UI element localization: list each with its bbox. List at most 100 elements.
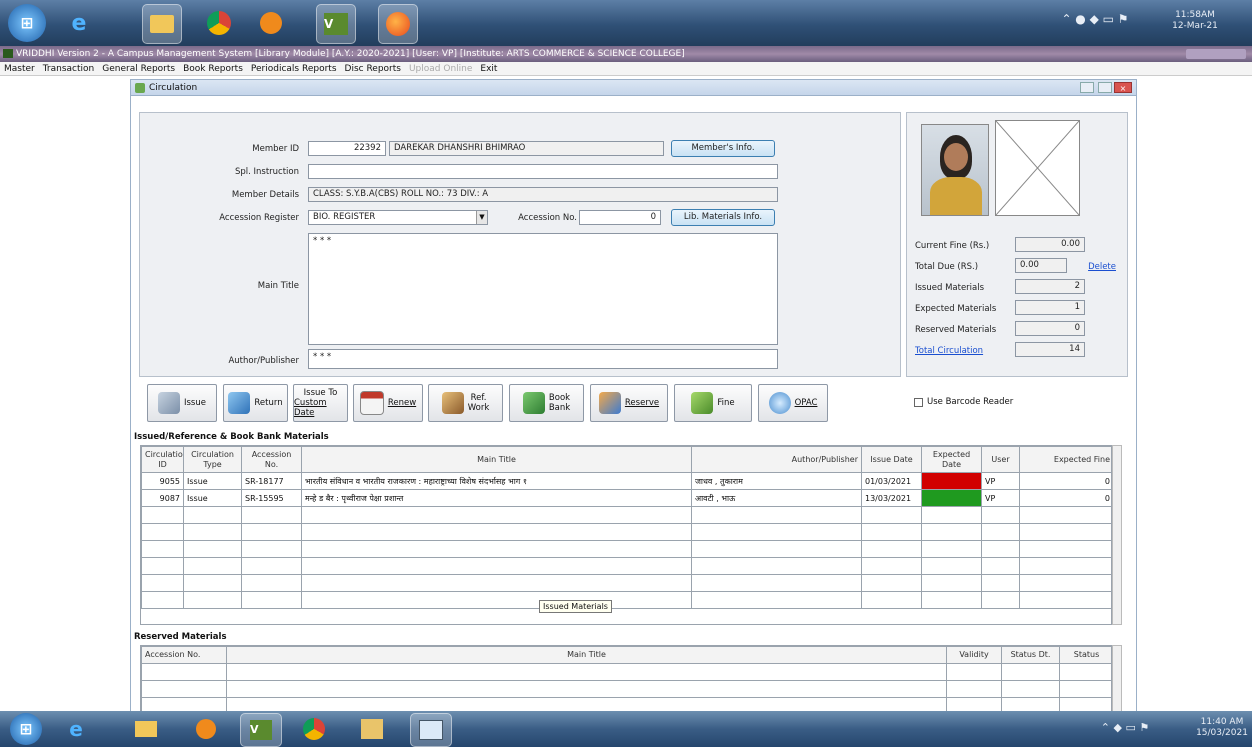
- firefox-icon[interactable]: [378, 4, 418, 44]
- app-title-bar: VRIDDHI Version 2 - A Campus Management …: [0, 46, 1252, 62]
- minimize-button[interactable]: [1080, 82, 1094, 93]
- empty-image-icon: [996, 121, 1079, 215]
- system-tray-icons[interactable]: ⌃ ● ◆ ▭ ⚑: [1040, 13, 1150, 32]
- col-reserved-validity[interactable]: Validity: [946, 646, 1002, 664]
- local-clock[interactable]: 11:40 AM 15/03/2021: [1196, 717, 1248, 741]
- start-orb-icon[interactable]: ⊞: [10, 713, 42, 745]
- table-row[interactable]: [141, 591, 1111, 609]
- cell-author-publisher: जाधव , तुकाराम: [691, 472, 862, 490]
- table-row[interactable]: [141, 574, 1111, 592]
- menu-master[interactable]: Master: [4, 64, 35, 74]
- issued-grid-scrollbar[interactable]: [1112, 445, 1122, 625]
- chrome-icon[interactable]: [200, 4, 238, 42]
- reserved-grid-scrollbar[interactable]: [1112, 645, 1122, 715]
- menu-bar: Master Transaction General Reports Book Rep…: [0, 62, 1252, 76]
- member-details-label: Member Details: [231, 190, 299, 200]
- menu-exit[interactable]: Exit: [480, 64, 497, 74]
- issued-grid[interactable]: Circulation ID Circulation Type Accessio…: [140, 445, 1112, 625]
- col-circulation-type[interactable]: Circulation Type: [183, 446, 242, 473]
- renew-button[interactable]: Renew: [353, 384, 423, 422]
- window-controls[interactable]: [1186, 49, 1246, 59]
- barcode-checkbox-label: Use Barcode Reader: [927, 397, 1014, 407]
- issued-table: Circulation ID Circulation Type Accessio…: [141, 446, 1111, 609]
- file-explorer-icon[interactable]: [142, 4, 182, 44]
- cell-user: VP: [981, 489, 1020, 507]
- ref-work-button[interactable]: Ref. Work: [428, 384, 503, 422]
- menu-general-reports[interactable]: General Reports: [102, 64, 175, 74]
- col-main-title[interactable]: Main Title: [301, 446, 692, 473]
- close-button[interactable]: ×: [1114, 82, 1132, 93]
- return-button[interactable]: Return: [223, 384, 288, 422]
- col-reserved-main-title[interactable]: Main Title: [226, 646, 947, 664]
- menu-transaction[interactable]: Transaction: [43, 64, 95, 74]
- internet-explorer-icon[interactable]: e: [60, 713, 92, 745]
- accession-no-input[interactable]: 0: [579, 210, 661, 225]
- menu-disc-reports[interactable]: Disc Reports: [345, 64, 401, 74]
- menu-periodicals-reports[interactable]: Periodicals Reports: [251, 64, 337, 74]
- window-title: VRIDDHI Version 2 - A Campus Management …: [16, 49, 685, 59]
- app-logo-icon: [3, 49, 13, 58]
- spl-instruction-input[interactable]: [308, 164, 778, 179]
- chrome-icon[interactable]: [298, 713, 330, 745]
- table-row[interactable]: [141, 680, 1111, 698]
- reserve-button[interactable]: Reserve: [590, 384, 668, 422]
- table-row[interactable]: [141, 506, 1111, 524]
- issued-materials-tooltip: Issued Materials: [539, 600, 612, 613]
- fine-button[interactable]: Fine: [674, 384, 752, 422]
- cell-circulation-id: 9087: [141, 489, 184, 507]
- col-author-publisher[interactable]: Author/Publisher: [691, 446, 862, 473]
- issue-custom-date-button[interactable]: Issue To Custom Date: [293, 384, 348, 422]
- paint-icon[interactable]: [356, 713, 388, 745]
- cell-circulation-id: 9055: [141, 472, 184, 490]
- issue-button[interactable]: Issue: [147, 384, 217, 422]
- col-reserved-status-dt[interactable]: Status Dt.: [1001, 646, 1060, 664]
- remote-clock[interactable]: 11:58AM 12-Mar-21: [1170, 10, 1220, 36]
- file-explorer-icon[interactable]: [130, 713, 162, 745]
- main-title-label: Main Title: [257, 281, 299, 291]
- chevron-down-icon[interactable]: ▼: [476, 211, 487, 224]
- table-row[interactable]: 9087 Issue SR-15595 मन्हे ड बैर : पृथ्वी…: [141, 489, 1111, 507]
- maximize-button[interactable]: [1098, 82, 1112, 93]
- total-circulation-link[interactable]: Total Circulation: [915, 346, 1015, 356]
- delete-link[interactable]: Delete: [1071, 262, 1116, 272]
- col-user[interactable]: User: [981, 446, 1020, 473]
- vriddhi-app-icon[interactable]: V: [240, 713, 282, 747]
- local-system-tray-icons[interactable]: ⌃ ◆ ▭ ⚑: [1080, 722, 1170, 736]
- remote-desktop-icon[interactable]: [410, 713, 452, 747]
- members-info-button[interactable]: Member's Info.: [671, 140, 775, 157]
- cell-expected-fine: 0: [1019, 489, 1111, 507]
- reserved-table: Accession No. Main Title Validity Status…: [141, 646, 1111, 714]
- opac-button[interactable]: OPAC: [758, 384, 828, 422]
- reserved-grid[interactable]: Accession No. Main Title Validity Status…: [140, 645, 1112, 715]
- book-bank-label-2: Bank: [548, 403, 571, 413]
- col-circulation-id[interactable]: Circulation ID: [141, 446, 184, 473]
- accession-register-select[interactable]: BIO. REGISTER: [308, 210, 488, 225]
- book-bank-button[interactable]: Book Bank: [509, 384, 584, 422]
- table-row[interactable]: [141, 523, 1111, 541]
- ref-work-label-1: Ref.: [470, 393, 487, 403]
- lib-materials-info-button[interactable]: Lib. Materials Info.: [671, 209, 775, 226]
- total-due-field: 0.00: [1015, 258, 1067, 273]
- col-expected-fine[interactable]: Expected Fine: [1019, 446, 1111, 473]
- col-issue-date[interactable]: Issue Date: [861, 446, 922, 473]
- media-player-icon[interactable]: [190, 713, 222, 745]
- menu-book-reports[interactable]: Book Reports: [183, 64, 243, 74]
- table-row[interactable]: [141, 557, 1111, 575]
- col-expected-date[interactable]: Expected Date: [921, 446, 982, 473]
- media-player-icon[interactable]: [252, 4, 290, 42]
- barcode-checkbox[interactable]: [914, 398, 923, 407]
- expected-materials-count: 1: [1015, 300, 1085, 315]
- table-row[interactable]: [141, 540, 1111, 558]
- table-row[interactable]: 9055 Issue SR-18177 भारतीय संविधान व भार…: [141, 472, 1111, 490]
- internet-explorer-icon[interactable]: e: [60, 4, 98, 42]
- users-icon: [598, 392, 621, 414]
- col-reserved-status[interactable]: Status: [1059, 646, 1111, 664]
- col-accession-no[interactable]: Accession No.: [241, 446, 302, 473]
- member-id-input[interactable]: 22392: [308, 141, 386, 156]
- col-reserved-accession-no[interactable]: Accession No.: [141, 646, 227, 664]
- vriddhi-app-icon[interactable]: V: [316, 4, 356, 44]
- start-orb-icon[interactable]: ⊞: [8, 4, 46, 42]
- table-row[interactable]: [141, 663, 1111, 681]
- renew-button-label: Renew: [387, 398, 417, 408]
- menu-upload-online: Upload Online: [408, 64, 473, 74]
